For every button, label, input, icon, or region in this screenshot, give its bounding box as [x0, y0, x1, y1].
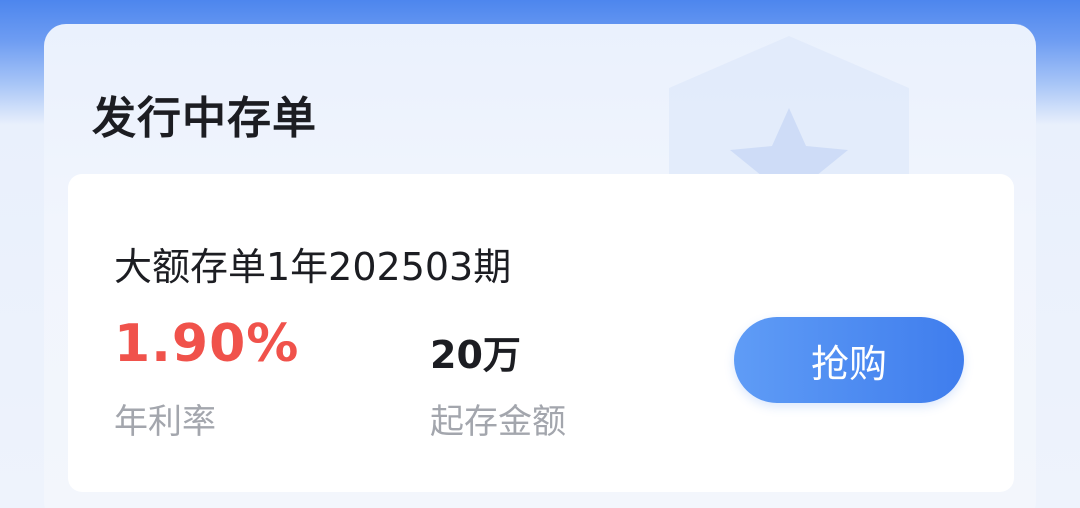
minimum-deposit-label: 起存金额 — [430, 402, 566, 442]
issuing-deposits-panel: 发行中存单 大额存单1年202503期 1.90% 年利率 20万 起存金额 抢… — [44, 24, 1036, 508]
product-name: 大额存单1年202503期 — [114, 245, 512, 289]
buy-button[interactable]: 抢购 — [734, 317, 964, 403]
section-title: 发行中存单 — [92, 93, 317, 144]
deposit-product-card[interactable]: 大额存单1年202503期 1.90% 年利率 20万 起存金额 抢购 — [68, 174, 1014, 492]
annual-rate-label: 年利率 — [114, 402, 216, 442]
annual-rate-value: 1.90% — [114, 314, 300, 374]
minimum-deposit-value: 20万 — [430, 333, 521, 377]
